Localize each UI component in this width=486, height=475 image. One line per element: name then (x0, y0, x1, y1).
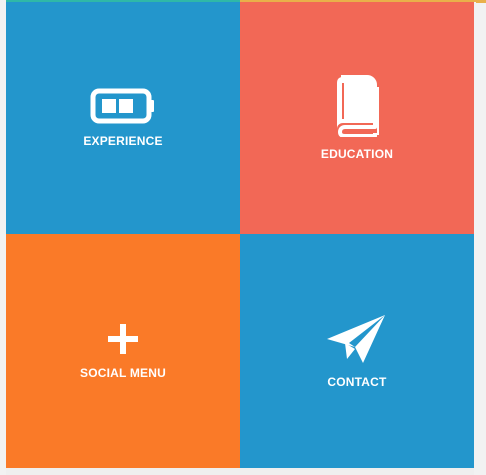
book-icon (337, 75, 379, 137)
right-edge-accent (476, 0, 486, 3)
paper-plane-icon (327, 315, 385, 363)
social-menu-tile[interactable]: SOCIAL MENU (6, 234, 240, 468)
contact-tile[interactable]: CONTACT (240, 234, 474, 468)
social-menu-label: SOCIAL MENU (80, 366, 166, 380)
battery-icon (90, 88, 154, 124)
education-tile[interactable]: EDUCATION (240, 2, 474, 234)
page-frame: EXPERIENCE EDUCATION SOCIAL MENU CONTACT (0, 0, 486, 475)
experience-tile[interactable]: EXPERIENCE (6, 2, 240, 234)
experience-label: EXPERIENCE (83, 134, 163, 148)
page-right-margin (476, 0, 486, 475)
contact-label: CONTACT (327, 375, 387, 389)
bottom-margin (6, 468, 474, 475)
education-label: EDUCATION (320, 147, 394, 161)
plus-icon (108, 324, 138, 354)
menu-grid: EXPERIENCE EDUCATION SOCIAL MENU CONTACT (6, 2, 474, 468)
